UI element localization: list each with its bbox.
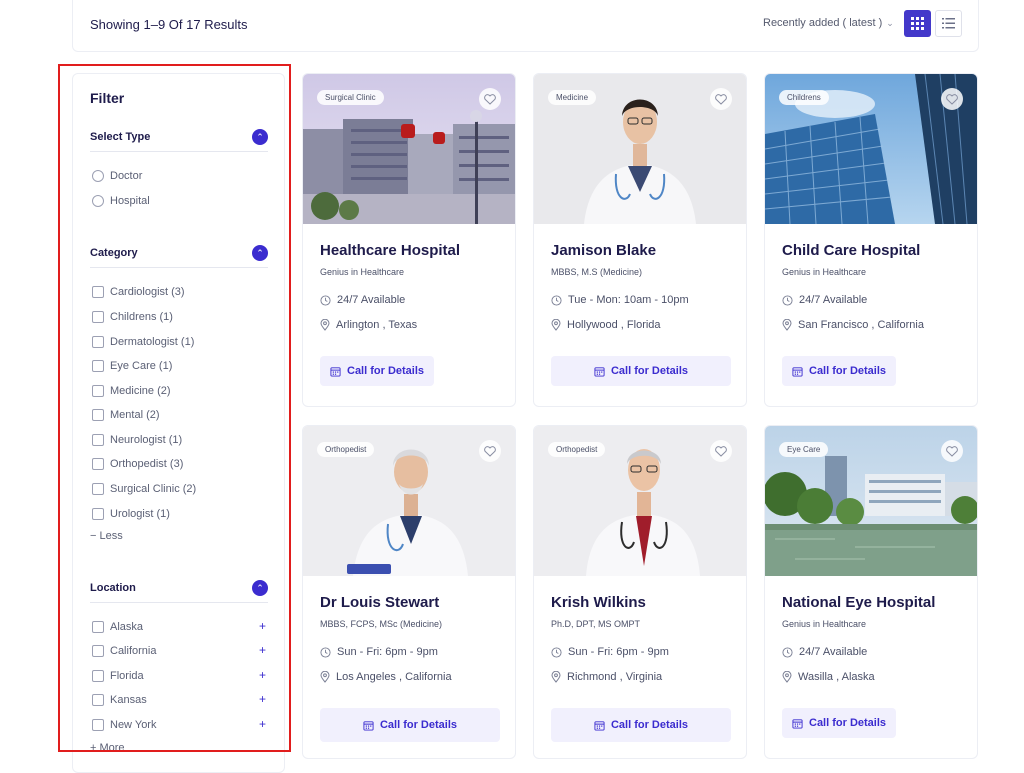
heart-icon[interactable] (710, 440, 732, 462)
heart-icon[interactable] (479, 440, 501, 462)
calendar-icon (792, 718, 803, 729)
sort-select[interactable]: Recently added ( latest ) ⌄ (763, 17, 894, 29)
button-label: Call for Details (610, 719, 689, 731)
clock-icon (551, 294, 562, 306)
card-title[interactable]: Dr Louis Stewart (320, 594, 439, 611)
calendar-icon (792, 366, 803, 377)
button-label: Call for Details (347, 365, 425, 377)
calendar-icon (363, 720, 374, 731)
sort-label: Recently added ( latest ) (763, 17, 883, 29)
availability-line: Sun - Fri: 6pm - 9pm (551, 646, 669, 658)
card-subtitle: Ph.D, DPT, MS OMPT (551, 619, 641, 629)
card-subtitle: MBBS, M.S (Medicine) (551, 267, 643, 277)
listing-card[interactable]: Eye Care National Eye Hospital Genius in… (764, 425, 978, 759)
grid-view-button[interactable] (904, 10, 931, 37)
list-icon (942, 18, 955, 29)
location-line: Arlington , Texas (320, 319, 417, 331)
location-line: San Francisco , California (782, 319, 924, 331)
grid-icon (911, 17, 924, 30)
availability-text: Sun - Fri: 6pm - 9pm (337, 646, 438, 658)
card-title[interactable]: National Eye Hospital (782, 594, 935, 611)
button-label: Call for Details (809, 365, 887, 377)
call-for-details-button[interactable]: Call for Details (320, 356, 435, 386)
heart-icon[interactable] (941, 88, 963, 110)
location-text: Wasilla , Alaska (798, 671, 875, 683)
list-view-button[interactable] (935, 10, 962, 37)
heart-icon[interactable] (941, 440, 963, 462)
location-text: San Francisco , California (798, 319, 924, 331)
card-title[interactable]: Jamison Blake (551, 242, 656, 259)
heart-icon[interactable] (710, 88, 732, 110)
location-text: Hollywood , Florida (567, 319, 661, 331)
card-subtitle: MBBS, FCPS, MSc (Medicine) (320, 619, 443, 629)
location-line: Hollywood , Florida (551, 319, 661, 331)
filter-highlight-box (58, 64, 291, 752)
heart-icon[interactable] (479, 88, 501, 110)
calendar-icon (330, 366, 341, 377)
button-label: Call for Details (809, 717, 887, 729)
card-title[interactable]: Healthcare Hospital (320, 242, 460, 259)
location-text: Los Angeles , California (336, 671, 452, 683)
card-title[interactable]: Child Care Hospital (782, 242, 920, 259)
calendar-icon (594, 366, 605, 377)
clock-icon (320, 294, 331, 306)
availability-line: 24/7 Available (320, 294, 405, 306)
clock-icon (782, 294, 793, 306)
availability-line: Sun - Fri: 6pm - 9pm (320, 646, 438, 658)
category-tag: Surgical Clinic (317, 90, 384, 105)
availability-text: Tue - Mon: 10am - 10pm (568, 294, 689, 306)
map-pin-icon (782, 319, 792, 331)
availability-text: 24/7 Available (799, 294, 868, 306)
map-pin-icon (782, 671, 792, 683)
call-for-details-button[interactable]: Call for Details (320, 708, 500, 742)
clock-icon (320, 646, 331, 658)
results-count: Showing 1–9 Of 17 Results (90, 17, 248, 32)
location-line: Richmond , Virginia (551, 671, 662, 683)
call-for-details-button[interactable]: Call for Details (551, 708, 731, 742)
category-tag: Childrens (779, 90, 829, 105)
listing-card[interactable]: Childrens Child Care Hospital Genius in … (764, 73, 978, 407)
map-pin-icon (551, 671, 561, 683)
chevron-down-icon: ⌄ (886, 17, 894, 28)
listing-card[interactable]: Orthopedist Krish Wilkins Ph.D, DPT, MS … (533, 425, 747, 759)
clock-icon (782, 646, 793, 658)
map-pin-icon (551, 319, 561, 331)
availability-text: 24/7 Available (337, 294, 406, 306)
category-tag: Orthopedist (548, 442, 606, 457)
listing-card[interactable]: Surgical Clinic Healthcare Hospital Geni… (302, 73, 516, 407)
category-tag: Eye Care (779, 442, 829, 457)
map-pin-icon (320, 671, 330, 683)
map-pin-icon (320, 319, 330, 331)
listing-card[interactable]: Medicine Jamison Blake MBBS, M.S (Medici… (533, 73, 747, 407)
category-tag: Medicine (548, 90, 597, 105)
clock-icon (551, 646, 562, 658)
button-label: Call for Details (379, 719, 458, 731)
availability-text: 24/7 Available (799, 646, 868, 658)
location-line: Wasilla , Alaska (782, 671, 875, 683)
results-bar: Showing 1–9 Of 17 Results Recently added… (72, 0, 979, 52)
card-subtitle: Genius in Healthcare (782, 619, 867, 629)
call-for-details-button[interactable]: Call for Details (551, 356, 731, 386)
card-subtitle: Genius in Healthcare (320, 267, 405, 277)
listing-card[interactable]: Orthopedist Dr Louis Stewart MBBS, FCPS,… (302, 425, 516, 759)
call-for-details-button[interactable]: Call for Details (782, 708, 897, 738)
card-subtitle: Genius in Healthcare (782, 267, 867, 277)
location-text: Richmond , Virginia (567, 671, 663, 683)
card-title[interactable]: Krish Wilkins (551, 594, 646, 611)
button-label: Call for Details (610, 365, 689, 377)
availability-line: 24/7 Available (782, 294, 867, 306)
calendar-icon (594, 720, 605, 731)
availability-line: Tue - Mon: 10am - 10pm (551, 294, 689, 306)
location-line: Los Angeles , California (320, 671, 452, 683)
availability-line: 24/7 Available (782, 646, 867, 658)
call-for-details-button[interactable]: Call for Details (782, 356, 897, 386)
location-text: Arlington , Texas (336, 319, 418, 331)
availability-text: Sun - Fri: 6pm - 9pm (568, 646, 669, 658)
category-tag: Orthopedist (317, 442, 375, 457)
